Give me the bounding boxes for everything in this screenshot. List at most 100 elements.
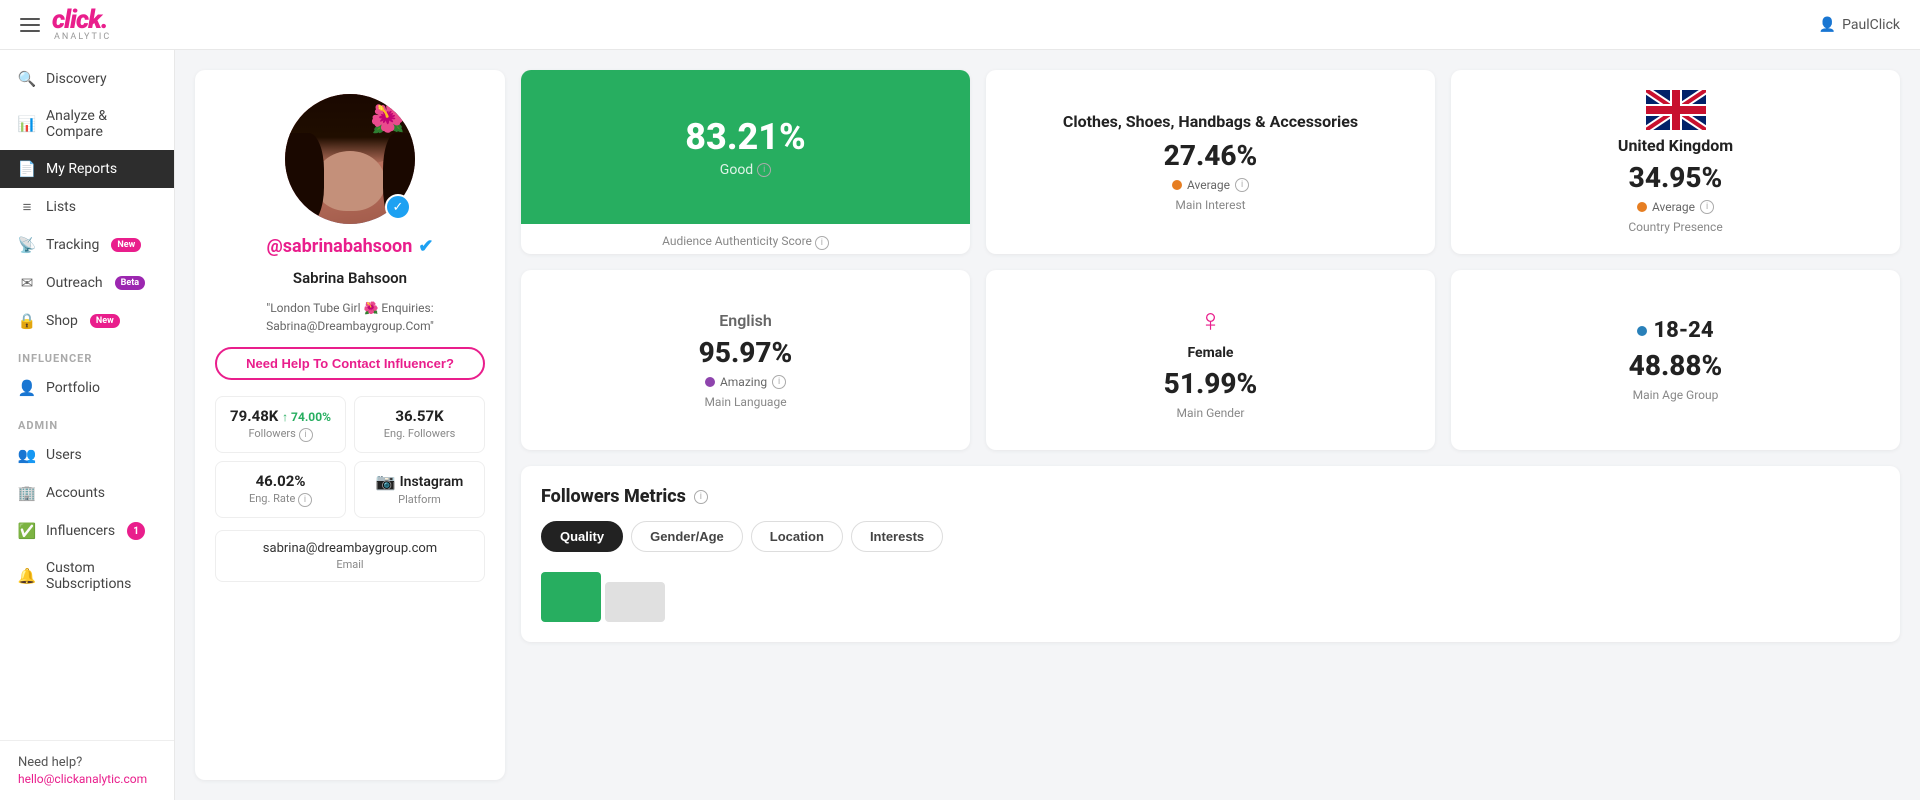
- uk-flag-icon: [1646, 90, 1706, 130]
- main-layout: 🔍 Discovery 📊 Analyze & Compare 📄 My Rep…: [0, 50, 1920, 800]
- sidebar-item-analyze[interactable]: 📊 Analyze & Compare: [0, 98, 174, 150]
- tab-quality[interactable]: Quality: [541, 521, 623, 552]
- eng-followers-label: Eng. Followers: [367, 427, 472, 440]
- gender-label: Female: [1188, 345, 1234, 361]
- top-metrics-grid: 83.21% Good i Audience Authenticity Scor…: [521, 70, 1900, 254]
- handle-text: @sabrinabahsoon: [267, 236, 413, 257]
- contact-influencer-button[interactable]: Need Help To Contact Influencer?: [215, 347, 485, 380]
- auth-label: Audience Authenticity Score i: [662, 224, 829, 254]
- outreach-badge: Beta: [115, 276, 145, 290]
- language-name: English: [719, 311, 772, 330]
- location-card: United Kingdom 34.95% Average i Country …: [1451, 70, 1900, 254]
- chart-bar-2: [605, 582, 665, 622]
- auth-green-box: 83.21% Good i: [521, 70, 970, 224]
- location-sub: Country Presence: [1628, 220, 1722, 234]
- help-text: Need help?: [18, 755, 156, 770]
- sidebar-item-lists[interactable]: ≡ Lists: [0, 188, 174, 226]
- authenticity-card: 83.21% Good i Audience Authenticity Scor…: [521, 70, 970, 254]
- profile-handle: @sabrinabahsoon ✔: [267, 236, 434, 257]
- sidebar-item-shop[interactable]: 🔒 Shop New: [0, 302, 174, 340]
- sidebar-item-label: Lists: [46, 199, 76, 215]
- tab-gender-age[interactable]: Gender/Age: [631, 521, 743, 552]
- sidebar-item-label: My Reports: [46, 161, 117, 177]
- gender-card: ♀ Female 51.99% Main Gender: [986, 270, 1435, 450]
- email-label: Email: [228, 558, 472, 571]
- main-interest-card: Clothes, Shoes, Handbags & Accessories 2…: [986, 70, 1435, 254]
- age-dot: [1637, 326, 1647, 336]
- profile-name: Sabrina Bahsoon: [293, 269, 407, 287]
- tracking-badge: New: [111, 238, 141, 252]
- eng-rate-info-icon[interactable]: i: [298, 493, 312, 507]
- shop-badge: New: [90, 314, 120, 328]
- discovery-icon: 🔍: [18, 70, 36, 88]
- influencers-icon: ✅: [18, 522, 36, 540]
- location-pct: 34.95%: [1629, 161, 1723, 194]
- sidebar-item-accounts[interactable]: 🏢 Accounts: [0, 474, 174, 512]
- location-avg-dot: [1637, 202, 1647, 212]
- sidebar-item-label: Outreach: [46, 275, 103, 291]
- sidebar-item-label: Custom Subscriptions: [46, 560, 156, 592]
- verified-badge: ✓: [385, 194, 411, 220]
- interest-info-icon[interactable]: i: [1235, 178, 1249, 192]
- instagram-icon: 📷: [376, 472, 396, 491]
- followers-metrics-info[interactable]: i: [694, 490, 708, 504]
- interest-sub: Main Interest: [1175, 198, 1245, 212]
- auth-info-icon[interactable]: i: [757, 163, 771, 177]
- help-email[interactable]: hello@clickanalytic.com: [18, 772, 156, 786]
- sidebar-item-portfolio[interactable]: 👤 Portfolio: [0, 369, 174, 407]
- custom-subs-icon: 🔔: [18, 567, 36, 585]
- sidebar-item-tracking[interactable]: 📡 Tracking New: [0, 226, 174, 264]
- influencer-section-label: INFLUENCER: [0, 340, 174, 369]
- topbar: click. ANALYTIC 👤 PaulClick: [0, 0, 1920, 50]
- gender-sub: Main Gender: [1177, 406, 1245, 420]
- sidebar-item-influencers[interactable]: ✅ Influencers 1: [0, 512, 174, 550]
- followers-label: Followers i: [228, 427, 333, 442]
- eng-rate-label: Eng. Rate i: [228, 492, 333, 507]
- language-sub: Main Language: [704, 395, 786, 409]
- location-info-icon[interactable]: i: [1700, 200, 1714, 214]
- hamburger-menu[interactable]: [20, 18, 40, 32]
- shop-icon: 🔒: [18, 312, 36, 330]
- sidebar-item-my-reports[interactable]: 📄 My Reports: [0, 150, 174, 188]
- language-pct: 95.97%: [699, 336, 793, 369]
- age-card: 18-24 48.88% Main Age Group: [1451, 270, 1900, 450]
- chart-bar-1: [541, 572, 601, 622]
- platform-label: Platform: [367, 493, 472, 506]
- sidebar-item-users[interactable]: 👥 Users: [0, 436, 174, 474]
- outreach-icon: ✉: [18, 274, 36, 292]
- eng-followers-stat: 36.57K Eng. Followers: [354, 396, 485, 453]
- sidebar-item-label: Portfolio: [46, 380, 100, 396]
- followers-metrics-section: Followers Metrics i Quality Gender/Age L…: [521, 466, 1900, 642]
- age-group: 18-24: [1653, 318, 1713, 343]
- accounts-icon: 🏢: [18, 484, 36, 502]
- portfolio-icon: 👤: [18, 379, 36, 397]
- sidebar-item-label: Users: [46, 447, 82, 463]
- age-group-row: 18-24: [1637, 318, 1713, 343]
- username: PaulClick: [1842, 17, 1900, 33]
- sidebar: 🔍 Discovery 📊 Analyze & Compare 📄 My Rep…: [0, 50, 175, 800]
- sidebar-item-outreach[interactable]: ✉ Outreach Beta: [0, 264, 174, 302]
- content-area: 🌺 ✓ @sabrinabahsoon ✔ Sabrina Bahsoon "L…: [175, 50, 1920, 800]
- interest-pct: 27.46%: [1164, 139, 1258, 172]
- stats-grid: 79.48K ↑ 74.00% Followers i 36.57K Eng. …: [215, 396, 485, 518]
- admin-section-label: ADMIN: [0, 407, 174, 436]
- sidebar-item-discovery[interactable]: 🔍 Discovery: [0, 60, 174, 98]
- sidebar-item-label: Analyze & Compare: [46, 108, 156, 140]
- language-badge: Amazing i: [705, 375, 786, 389]
- followers-info-icon[interactable]: i: [299, 428, 313, 442]
- analyze-icon: 📊: [18, 115, 36, 133]
- sidebar-item-custom-subs[interactable]: 🔔 Custom Subscriptions: [0, 550, 174, 602]
- sidebar-item-label: Influencers: [46, 523, 115, 539]
- tab-interests[interactable]: Interests: [851, 521, 943, 552]
- interest-title: Clothes, Shoes, Handbags & Accessories: [1063, 112, 1358, 133]
- language-info-icon[interactable]: i: [772, 375, 786, 389]
- sidebar-item-label: Shop: [46, 313, 78, 329]
- followers-tabs: Quality Gender/Age Location Interests: [541, 521, 1880, 552]
- handle-verified: ✔: [418, 236, 433, 257]
- auth-label-info[interactable]: i: [815, 236, 829, 250]
- age-sub: Main Age Group: [1633, 388, 1719, 402]
- second-metrics-grid: English 95.97% Amazing i Main Language ♀…: [521, 270, 1900, 450]
- profile-card: 🌺 ✓ @sabrinabahsoon ✔ Sabrina Bahsoon "L…: [195, 70, 505, 780]
- email-box: sabrina@dreambaygroup.com Email: [215, 530, 485, 582]
- tab-location[interactable]: Location: [751, 521, 843, 552]
